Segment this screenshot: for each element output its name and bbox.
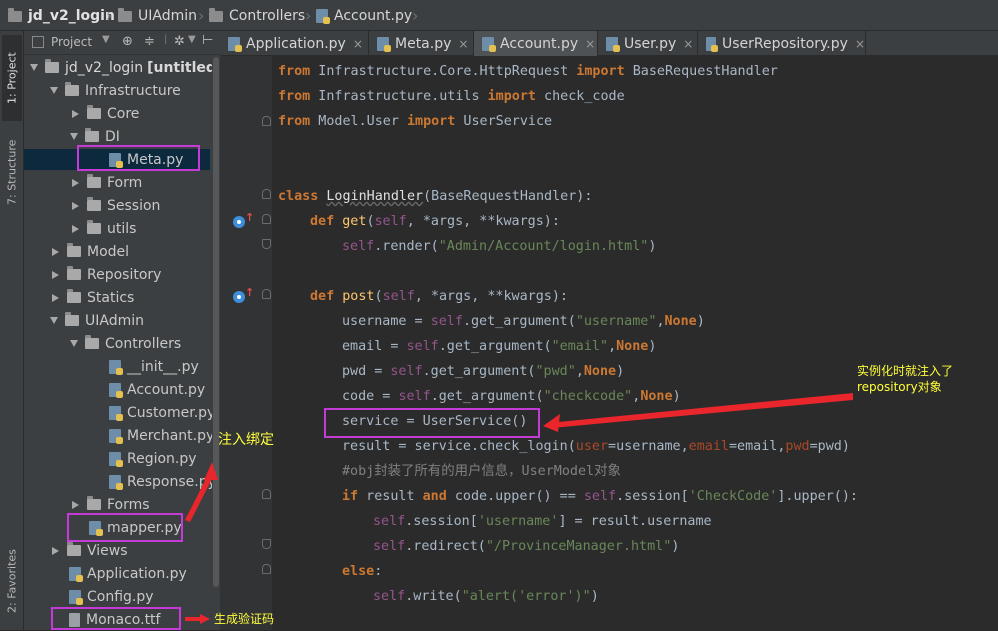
captcha-note: 生成验证码 [214,612,275,626]
annotation-arrows [185,393,853,624]
instantiate-note-line2: repository对象 [857,380,942,394]
arrow-to-mapper-head [204,462,218,480]
arrow-to-monaco [185,614,210,624]
arrow-to-mapper [185,475,213,522]
inject-binding-note: 注入绑定 [218,432,274,448]
instantiate-note: 实例化时就注入了 repository对象 [857,363,953,395]
arrow-to-service-line-head [543,414,560,432]
arrow-to-service-line [548,393,853,428]
instantiate-note-line1: 实例化时就注入了 [857,364,954,378]
